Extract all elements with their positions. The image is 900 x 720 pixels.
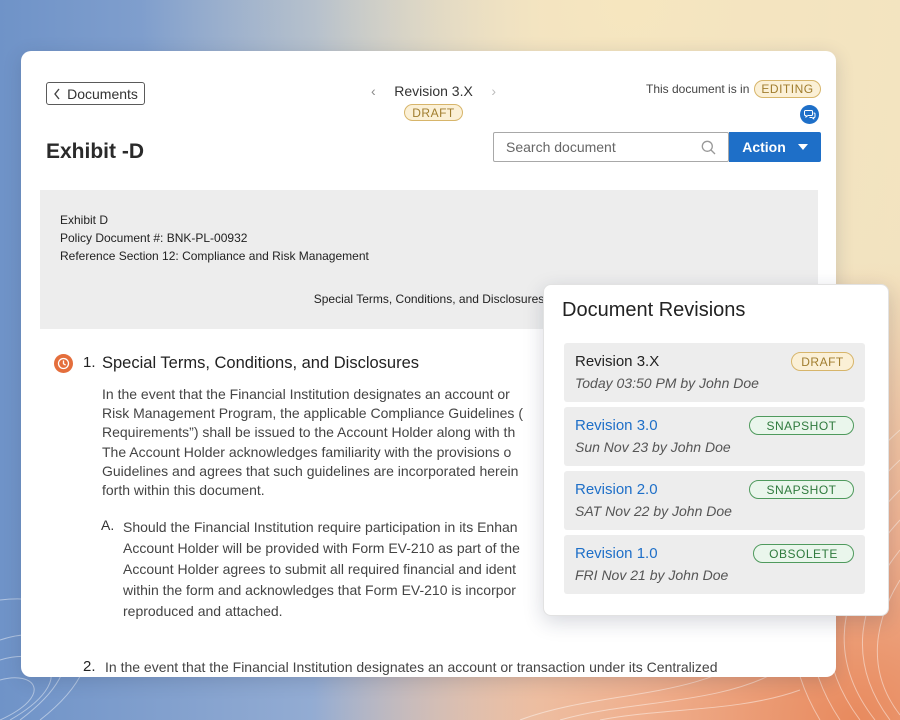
text-line: within the form and acknowledges that Fo… [123, 582, 516, 598]
header-line: Exhibit D [60, 213, 109, 227]
text-line: Account Holder will be provided with For… [123, 540, 520, 556]
chat-bubbles-icon[interactable] [800, 105, 819, 124]
header-line: Policy Document #: BNK-PL-00932 [60, 231, 248, 245]
section-number: 1. [83, 354, 96, 371]
search-input[interactable] [506, 139, 701, 155]
revision-meta: Sun Nov 23 by John Doe [575, 439, 731, 455]
revision-status-badge: DRAFT [404, 104, 463, 121]
revision-status-badge: SNAPSHOT [749, 416, 854, 435]
revision-name: Revision 3.X [575, 353, 660, 370]
back-button-label: Documents [67, 85, 138, 102]
revision-item-1-0[interactable]: Revision 1.0 FRI Nov 21 by John Doe OBSO… [564, 535, 865, 594]
search-box [493, 132, 729, 162]
text-line: Account Holder agrees to submit all requ… [123, 561, 517, 577]
back-to-documents-button[interactable]: Documents [46, 82, 145, 105]
subsection-letter: A. [101, 517, 115, 533]
text-line: Should the Financial Institution require… [123, 519, 518, 535]
revisions-panel-title: Document Revisions [562, 299, 746, 321]
revision-switcher: ‹ Revision 3.X › [371, 81, 496, 101]
revision-status-badge: DRAFT [791, 352, 854, 371]
caret-down-icon [797, 144, 808, 150]
chevron-right-icon[interactable]: › [491, 83, 496, 99]
document-state-text: This document is in [646, 82, 750, 96]
text-line: Guidelines and agrees that such guidelin… [102, 462, 519, 479]
revision-item-3-0[interactable]: Revision 3.0 Sun Nov 23 by John Doe SNAP… [564, 407, 865, 466]
text-line: reproduced and attached. [123, 603, 283, 619]
search-icon[interactable] [701, 140, 716, 155]
revision-item-3x[interactable]: Revision 3.X Today 03:50 PM by John Doe … [564, 343, 865, 402]
editing-status-badge: EDITING [754, 80, 821, 98]
document-revisions-panel: Document Revisions Revision 3.X Today 03… [543, 284, 889, 616]
section-2-text: In the event that the Financial Institut… [105, 659, 718, 675]
text-line: The Account Holder acknowledges familiar… [102, 443, 512, 460]
section-title: Special Terms, Conditions, and Disclosur… [102, 354, 420, 372]
revision-status-badge: SNAPSHOT [749, 480, 854, 499]
action-button[interactable]: Action [729, 132, 821, 162]
revision-name-link[interactable]: Revision 1.0 [575, 545, 658, 562]
text-line: In the event that the Financial Institut… [102, 386, 510, 402]
chevron-left-icon [54, 88, 60, 99]
current-revision-label: Revision 3.X [394, 83, 473, 99]
revision-status-badge: OBSOLETE [753, 544, 854, 563]
section-1-body: In the event that the Financial Institut… [102, 385, 523, 500]
subsection-a-body: Should the Financial Institution require… [123, 517, 520, 622]
revision-meta: FRI Nov 21 by John Doe [575, 567, 729, 583]
revision-name-link[interactable]: Revision 3.0 [575, 417, 658, 434]
header-line: Reference Section 12: Compliance and Ris… [60, 249, 369, 263]
revision-meta: SAT Nov 22 by John Doe [575, 503, 732, 519]
chevron-left-icon[interactable]: ‹ [371, 83, 376, 99]
action-button-label: Action [742, 139, 786, 155]
text-line: forth within this document. [102, 482, 265, 499]
revision-item-2-0[interactable]: Revision 2.0 SAT Nov 22 by John Doe SNAP… [564, 471, 865, 530]
text-line: Risk Management Program, the applicable … [102, 405, 523, 422]
revision-meta: Today 03:50 PM by John Doe [575, 375, 759, 391]
section-number: 2. [83, 658, 96, 675]
text-line: Requirements”) shall be issued to the Ac… [102, 424, 516, 441]
clock-icon[interactable] [54, 354, 73, 373]
page-title: Exhibit -D [46, 140, 144, 163]
revision-name-link[interactable]: Revision 2.0 [575, 481, 658, 498]
